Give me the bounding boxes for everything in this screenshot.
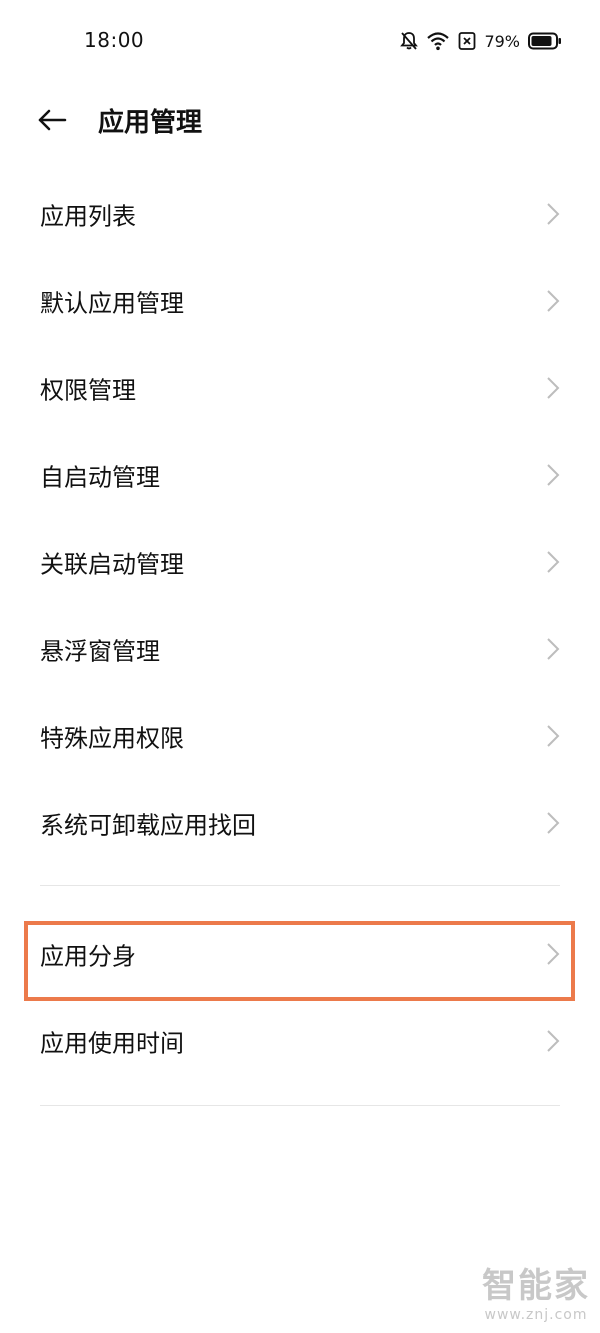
status-icons: 79% <box>400 28 562 54</box>
menu-item-label: 应用使用时间 <box>40 1029 184 1057</box>
chevron-right-icon <box>547 550 560 573</box>
menu-item-restore-system-apps[interactable]: 系统可卸载应用找回 <box>0 779 600 866</box>
menu-item-permissions[interactable]: 权限管理 <box>0 344 600 431</box>
menu-item-special-permissions[interactable]: 特殊应用权限 <box>0 692 600 779</box>
watermark: 智能家 www.znj.com <box>482 1258 590 1323</box>
menu-group-2: 应用分身 应用使用时间 <box>0 910 600 1084</box>
section-divider <box>40 885 560 886</box>
menu-item-label: 自启动管理 <box>40 463 160 491</box>
chevron-right-icon <box>547 376 560 399</box>
bell-off-icon <box>400 31 419 51</box>
menu-group-1: 应用列表 默认应用管理 权限管理 自启动管理 关联启动管理 悬浮窗管理 特殊应用… <box>0 170 600 866</box>
menu-item-label: 权限管理 <box>40 376 136 404</box>
watermark-url: www.znj.com <box>484 1307 588 1323</box>
battery-icon <box>528 32 562 50</box>
menu-item-label: 系统可卸载应用找回 <box>40 811 256 839</box>
menu-item-floating-window[interactable]: 悬浮窗管理 <box>0 605 600 692</box>
menu-item-label: 应用列表 <box>40 202 136 230</box>
chevron-right-icon <box>547 202 560 225</box>
menu-item-app-list[interactable]: 应用列表 <box>0 170 600 257</box>
chevron-right-icon <box>547 289 560 312</box>
chevron-right-icon <box>547 463 560 486</box>
battery-percent: 79% <box>484 31 520 51</box>
back-button[interactable] <box>30 100 74 140</box>
status-time: 18:00 <box>84 28 145 52</box>
menu-item-linked-start[interactable]: 关联启动管理 <box>0 518 600 605</box>
menu-item-app-clone[interactable]: 应用分身 <box>0 910 600 997</box>
status-bar: 18:00 79% <box>0 0 600 80</box>
chevron-right-icon <box>547 1029 560 1052</box>
chevron-right-icon <box>547 811 560 834</box>
arrow-left-icon <box>38 109 67 131</box>
menu-item-label: 应用分身 <box>40 942 136 970</box>
chevron-right-icon <box>547 637 560 660</box>
no-sim-icon <box>458 31 476 51</box>
chevron-right-icon <box>547 942 560 965</box>
menu-item-default-apps[interactable]: 默认应用管理 <box>0 257 600 344</box>
menu-item-label: 关联启动管理 <box>40 550 184 578</box>
menu-item-label: 特殊应用权限 <box>40 724 184 752</box>
menu-item-app-usage-time[interactable]: 应用使用时间 <box>0 997 600 1084</box>
menu-item-label: 悬浮窗管理 <box>40 637 160 665</box>
wifi-icon <box>426 31 450 51</box>
top-app-bar: 应用管理 <box>0 90 600 150</box>
chevron-right-icon <box>547 724 560 747</box>
app-management-screen: 18:00 79% 应用管理 应用列表 默认应用管理 权限管理 自启动管理 关联… <box>0 0 600 1333</box>
menu-item-auto-start[interactable]: 自启动管理 <box>0 431 600 518</box>
menu-item-label: 默认应用管理 <box>40 289 184 317</box>
section-divider <box>40 1105 560 1106</box>
page-title: 应用管理 <box>98 108 203 138</box>
watermark-text: 智能家 <box>482 1266 590 1306</box>
